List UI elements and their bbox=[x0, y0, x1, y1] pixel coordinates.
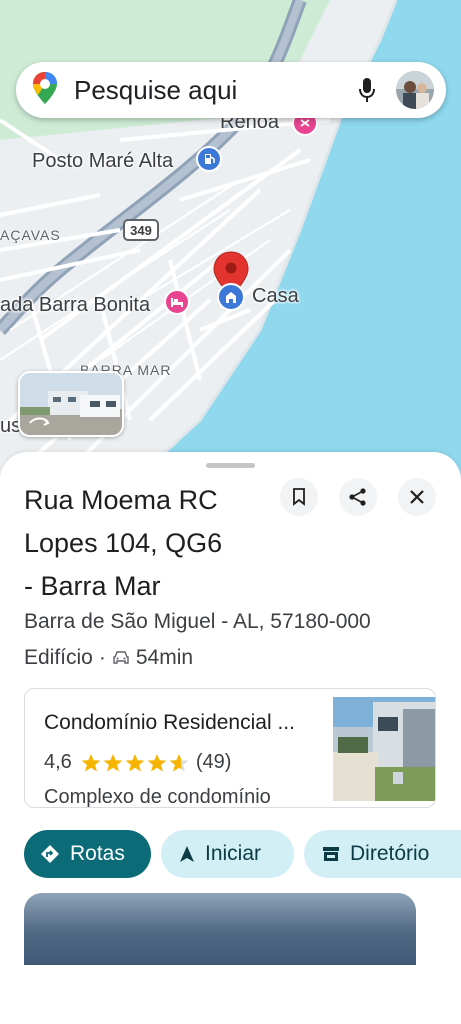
star-icon bbox=[81, 753, 101, 771]
share-button[interactable] bbox=[339, 478, 377, 516]
place-title: Rua Moema RC Lopes 104, QG6 - Barra Mar bbox=[24, 479, 274, 608]
drag-handle[interactable] bbox=[206, 463, 255, 468]
navigation-arrow-icon bbox=[179, 845, 195, 863]
separator: · bbox=[98, 646, 106, 669]
place-title-line: Rua Moema RC bbox=[24, 485, 218, 515]
directory-button[interactable]: Diretório bbox=[304, 830, 461, 878]
start-navigation-button[interactable]: Iniciar bbox=[161, 830, 294, 878]
related-place-type: Complexo de condomínio bbox=[44, 786, 271, 808]
place-title-line: Lopes 104, QG6 bbox=[24, 528, 223, 558]
address-line: Barra de São Miguel - AL, 57180-000 bbox=[24, 610, 371, 633]
category-line: Edifício · 54min bbox=[24, 646, 193, 670]
directory-label: Diretório bbox=[350, 842, 430, 865]
category-label: Edifício bbox=[24, 646, 93, 669]
rating-row: 4,6 (49) bbox=[44, 751, 231, 774]
half-star-icon bbox=[169, 753, 189, 771]
start-label: Iniciar bbox=[205, 842, 262, 865]
map-label-barra-bonita[interactable]: ada Barra Bonita bbox=[0, 294, 150, 317]
map-label-neighborhood: AÇAVAS bbox=[0, 227, 61, 243]
search-input[interactable]: Pesquise aqui bbox=[74, 75, 358, 106]
star-rating bbox=[80, 753, 190, 773]
route-349-shield: 349 bbox=[123, 219, 159, 241]
close-button[interactable] bbox=[398, 478, 436, 516]
related-place-photo bbox=[333, 697, 435, 801]
directions-icon bbox=[40, 844, 60, 864]
map-label-posto[interactable]: Posto Maré Alta bbox=[32, 150, 173, 173]
close-icon bbox=[409, 489, 425, 505]
related-place-card[interactable]: Condomínio Residencial ... 4,6 (49) Comp… bbox=[24, 688, 436, 808]
star-icon bbox=[103, 753, 123, 771]
gas-station-icon[interactable] bbox=[196, 146, 222, 172]
place-title-line: - Barra Mar bbox=[24, 571, 161, 601]
bookmark-icon bbox=[292, 488, 306, 506]
map-label-casa[interactable]: Casa bbox=[252, 285, 299, 308]
street-view-thumbnail[interactable] bbox=[18, 371, 124, 437]
maps-pin-logo-icon bbox=[32, 71, 58, 110]
related-place-name: Condomínio Residencial ... bbox=[44, 711, 295, 734]
place-photo-preview[interactable] bbox=[24, 893, 416, 965]
star-icon bbox=[125, 753, 145, 771]
home-poi-icon[interactable] bbox=[217, 283, 245, 311]
star-icon bbox=[147, 753, 167, 771]
review-count: (49) bbox=[195, 751, 232, 773]
place-bottom-sheet[interactable]: Rua Moema RC Lopes 104, QG6 - Barra Mar … bbox=[0, 452, 461, 1024]
bed-icon[interactable] bbox=[164, 289, 190, 315]
search-bar[interactable]: Pesquise aqui bbox=[16, 62, 446, 118]
drive-time: 54min bbox=[135, 646, 194, 669]
car-icon bbox=[112, 651, 130, 665]
storefront-icon bbox=[322, 846, 340, 862]
rating-value: 4,6 bbox=[44, 751, 72, 773]
route-number: 349 bbox=[130, 222, 152, 238]
share-icon bbox=[348, 487, 368, 507]
directions-button[interactable]: Rotas bbox=[24, 830, 151, 878]
mic-icon[interactable] bbox=[358, 77, 376, 103]
save-button[interactable] bbox=[280, 478, 318, 516]
avatar[interactable] bbox=[396, 71, 434, 109]
directions-label: Rotas bbox=[70, 842, 125, 865]
